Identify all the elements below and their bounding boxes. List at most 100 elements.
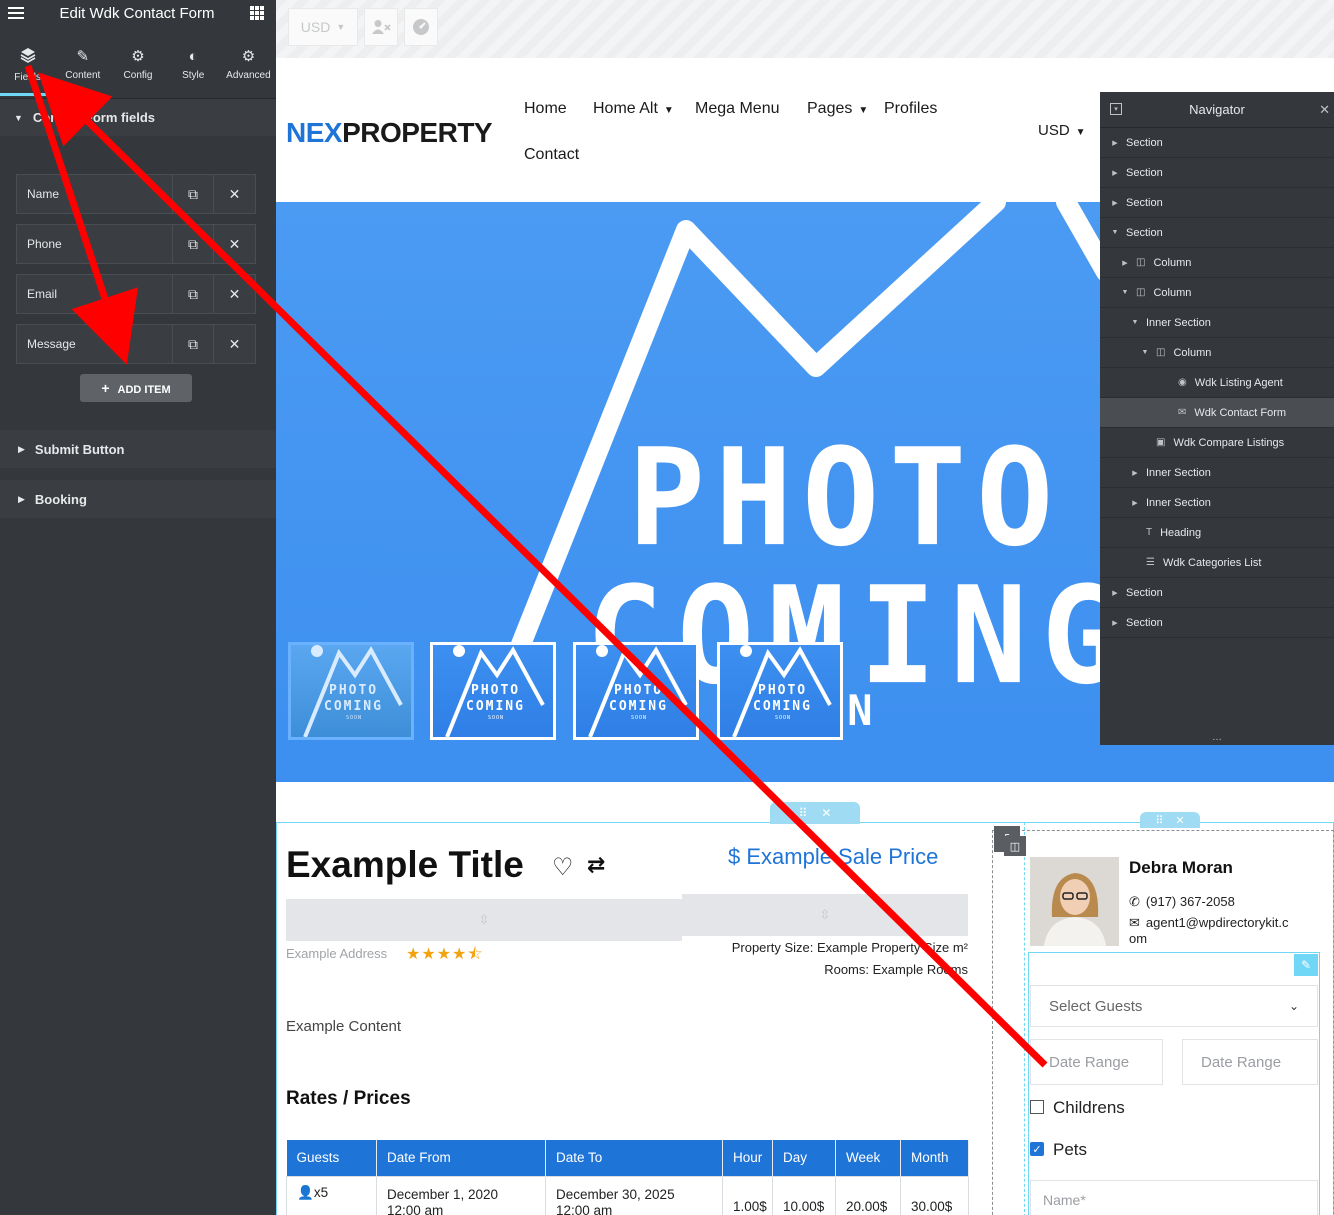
agent-email[interactable]: ✉ agent1@wpdirectorykit.c om (1129, 915, 1329, 947)
caret-right-icon[interactable]: ▶ (1110, 589, 1120, 597)
nav-profiles[interactable]: Profiles (884, 100, 937, 118)
field-item-message[interactable]: Message ⧉ ✕ (16, 324, 256, 364)
nav-home-alt[interactable]: Home Alt ▼ (593, 100, 674, 118)
select-guests-dropdown[interactable]: Select Guests ⌄ (1030, 985, 1318, 1027)
inner-section-handle[interactable]: ⠿ ✕ (1140, 812, 1200, 828)
name-input[interactable]: Name* (1030, 1180, 1318, 1215)
gallery-thumb-1[interactable]: PHOTO COMING SOON (288, 642, 414, 740)
caret-right-icon[interactable]: ▶ (1110, 169, 1120, 177)
rooms-label: Rooms: (824, 962, 869, 977)
caret-down-icon[interactable]: ▼ (1130, 319, 1140, 326)
close-icon[interactable]: ✕ (821, 806, 831, 820)
close-icon[interactable]: ✕ (1319, 102, 1330, 118)
tab-config[interactable]: ⚙ Config (110, 36, 165, 96)
rates-col-guests: Guests (286, 1140, 377, 1176)
navigator-item[interactable]: ▼ Inner Section (1100, 308, 1334, 338)
agent-phone[interactable]: ✆ (917) 367-2058 (1129, 894, 1235, 910)
navigator-item[interactable]: ▶ Inner Section (1100, 488, 1334, 518)
close-icon[interactable]: ✕ (1175, 814, 1184, 827)
contact-form-fields-toggle[interactable]: ▼ Contact Form fields (0, 98, 276, 136)
navigator-item[interactable]: ▶ ◫ Column (1100, 248, 1334, 278)
date-range-input-1[interactable]: Date Range (1030, 1039, 1163, 1085)
navigator-item[interactable]: ▶ Inner Section (1100, 458, 1334, 488)
duplicate-icon[interactable]: ⧉ (173, 175, 214, 213)
navigator-item[interactable]: ▼ ◫ Column (1100, 278, 1334, 308)
navigator-header[interactable]: ▾ Navigator ✕ (1100, 92, 1334, 128)
remove-icon[interactable]: ✕ (214, 325, 255, 363)
navigator-item[interactable]: ◉ Wdk Listing Agent (1100, 368, 1334, 398)
caret-right-icon: ▶ (18, 493, 25, 504)
caret-right-icon[interactable]: ▶ (1120, 259, 1130, 267)
caret-right-icon[interactable]: ▶ (1110, 619, 1120, 627)
caret-down-icon[interactable]: ▼ (1140, 349, 1150, 356)
duplicate-icon[interactable]: ⧉ (173, 325, 214, 363)
navigator-item[interactable]: ✉ Wdk Contact Form (1100, 398, 1334, 428)
remove-icon[interactable]: ✕ (214, 225, 255, 263)
gallery-thumb-4[interactable]: PHOTO COMING SOON (717, 642, 843, 740)
navigator-item[interactable]: ▣ Wdk Compare Listings (1100, 428, 1334, 458)
navigator-item[interactable]: ▶ Section (1100, 608, 1334, 638)
tab-style[interactable]: ◐ Style (166, 36, 221, 96)
rates-table: Guests Date From Date To Hour Day Week M… (286, 1140, 969, 1215)
caret-down-icon[interactable]: ▼ (1120, 289, 1130, 296)
favorite-heart-icon[interactable]: ♡ (552, 853, 574, 882)
field-item-name[interactable]: Name ⧉ ✕ (16, 174, 256, 214)
caret-down-icon[interactable]: ▼ (1110, 229, 1120, 236)
heading-icon: T (1146, 527, 1153, 538)
gallery-thumb-3[interactable]: PHOTO COMING SOON (573, 642, 699, 740)
user-remove-icon[interactable] (364, 8, 398, 46)
caret-right-icon[interactable]: ▶ (1110, 139, 1120, 147)
field-item-email[interactable]: Email ⧉ ✕ (16, 274, 256, 314)
drag-handle-icon[interactable]: ⠿ (1155, 814, 1163, 827)
field-item-phone[interactable]: Phone ⧉ ✕ (16, 224, 256, 264)
tab-advanced[interactable]: ⚙ Advanced (221, 36, 276, 96)
column-icon: ◫ (1156, 347, 1166, 358)
duplicate-icon[interactable]: ⧉ (173, 275, 214, 313)
date-range-input-2[interactable]: Date Range (1182, 1039, 1318, 1085)
navigator-item[interactable]: ▶ Section (1100, 578, 1334, 608)
navigator-item-label: Inner Section (1146, 496, 1211, 509)
navigator-item[interactable]: ▼ Section (1100, 218, 1334, 248)
tab-content[interactable]: ✎ Content (55, 36, 110, 96)
nav-label: Home Alt (593, 100, 658, 117)
navigator-item[interactable]: ▶ Section (1100, 158, 1334, 188)
navigator-item[interactable]: T Heading (1100, 518, 1334, 548)
booking-group[interactable]: ▶ Booking (0, 480, 276, 518)
field-label: Email (17, 275, 173, 313)
nav-contact[interactable]: Contact (524, 146, 579, 164)
navigator-item[interactable]: ▶ Section (1100, 188, 1334, 218)
remove-icon[interactable]: ✕ (214, 275, 255, 313)
childrens-checkbox[interactable] (1030, 1100, 1044, 1114)
nav-pages[interactable]: Pages ▼ (807, 100, 868, 118)
nav-home[interactable]: Home (524, 100, 567, 118)
drag-handle-icon[interactable]: ⠿ (799, 806, 808, 820)
menu-icon[interactable] (8, 7, 24, 19)
dashboard-icon[interactable] (404, 8, 438, 46)
remove-icon[interactable]: ✕ (214, 175, 255, 213)
tab-fields[interactable]: Fields (0, 36, 56, 96)
submit-button-group[interactable]: ▶ Submit Button (0, 430, 276, 468)
gallery-thumb-2[interactable]: PHOTO COMING SOON (430, 642, 556, 740)
duplicate-icon[interactable]: ⧉ (173, 225, 214, 263)
widgets-grid-icon[interactable] (249, 6, 264, 20)
compare-arrows-icon[interactable]: ⇄ (587, 852, 605, 878)
header-currency-dropdown[interactable]: USD ▼ (1038, 122, 1086, 139)
nav-mega-menu[interactable]: Mega Menu (695, 100, 780, 118)
caret-right-icon[interactable]: ▶ (1130, 469, 1140, 477)
navigator-item[interactable]: ▶ Section (1100, 128, 1334, 158)
site-logo[interactable]: NEXPROPERTY (286, 117, 493, 149)
resize-handle-icon[interactable]: … (1100, 733, 1334, 745)
navigator-collapse-icon[interactable]: ▾ (1110, 103, 1122, 115)
navigator-item[interactable]: ☰ Wdk Categories List (1100, 548, 1334, 578)
currency-dropdown[interactable]: USD ▼ (288, 8, 358, 46)
caret-right-icon[interactable]: ▶ (1110, 199, 1120, 207)
caret-right-icon[interactable]: ▶ (1130, 499, 1140, 507)
add-item-button[interactable]: + ADD ITEM (80, 374, 192, 402)
navigator-item[interactable]: ▼ ◫ Column (1100, 338, 1334, 368)
edit-widget-icon[interactable]: ✎ (1294, 954, 1318, 976)
navigator-item-label: Wdk Compare Listings (1173, 436, 1285, 449)
rates-col-hour: Hour (722, 1140, 773, 1176)
column-layout-icon[interactable]: ◫ (1004, 836, 1026, 856)
pets-checkbox[interactable]: ✓ (1030, 1142, 1044, 1156)
section-handle[interactable]: ⠿ ✕ (770, 802, 860, 824)
